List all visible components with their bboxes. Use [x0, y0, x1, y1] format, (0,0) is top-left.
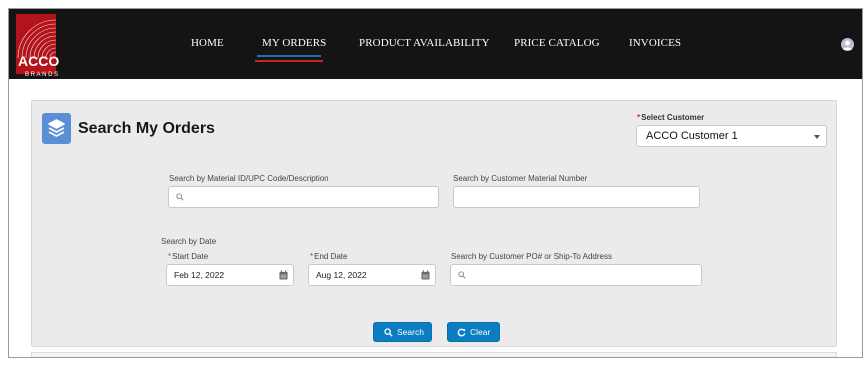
calendar-icon[interactable]: [279, 270, 288, 280]
results-panel: [31, 352, 837, 357]
refresh-icon: [457, 328, 466, 337]
select-customer-label: *Select Customer: [637, 113, 705, 122]
customer-material-input[interactable]: [453, 186, 700, 208]
date-section-label: Search by Date: [161, 237, 217, 246]
chevron-down-icon: [814, 135, 820, 139]
nav-my-orders[interactable]: MY ORDERS: [262, 37, 326, 49]
app-window: ACCO BRANDS HOME MY ORDERS PRODUCT AVAIL…: [8, 8, 863, 358]
po-search-input[interactable]: [450, 264, 702, 286]
required-marker: *: [637, 113, 641, 122]
nav-price-catalog[interactable]: PRICE CATALOG: [514, 37, 600, 49]
material-search-label: Search by Material ID/UPC Code/Descripti…: [169, 174, 329, 183]
clear-button[interactable]: Clear: [447, 322, 500, 342]
search-icon: [176, 193, 184, 201]
start-date-label: *Start Date: [168, 252, 209, 261]
top-navigation-bar: ACCO BRANDS HOME MY ORDERS PRODUCT AVAIL…: [9, 9, 862, 79]
logo-rings-icon: [17, 19, 56, 58]
logo-wordmark: ACCO: [18, 53, 60, 69]
page-title: Search My Orders: [78, 120, 215, 137]
active-tab-underline: [255, 60, 323, 62]
search-button[interactable]: Search: [373, 322, 432, 342]
logo-subtitle: BRANDS: [25, 72, 60, 78]
customer-select[interactable]: ACCO Customer 1: [636, 125, 827, 147]
nav-home[interactable]: HOME: [191, 37, 224, 49]
start-date-value: Feb 12, 2022: [174, 270, 225, 280]
required-marker: *: [168, 252, 172, 261]
start-date-input[interactable]: Feb 12, 2022: [166, 264, 294, 286]
end-date-input[interactable]: Aug 12, 2022: [308, 264, 436, 286]
search-panel: Search My Orders *Select Customer ACCO C…: [31, 100, 837, 347]
search-icon: [458, 271, 466, 279]
stacked-layers-icon: [42, 113, 71, 144]
calendar-icon[interactable]: [421, 270, 430, 280]
end-date-value: Aug 12, 2022: [316, 270, 367, 280]
search-icon: [384, 328, 393, 337]
required-marker: *: [310, 252, 314, 261]
customer-select-value: ACCO Customer 1: [646, 130, 738, 142]
nav-invoices[interactable]: INVOICES: [629, 37, 681, 49]
acco-brands-logo[interactable]: ACCO BRANDS: [16, 14, 60, 78]
active-tab-indicator: [257, 55, 321, 57]
po-search-label: Search by Customer PO# or Ship-To Addres…: [451, 252, 612, 261]
search-button-label: Search: [397, 327, 424, 337]
user-avatar-icon[interactable]: [841, 38, 854, 51]
clear-button-label: Clear: [470, 327, 491, 337]
material-search-input[interactable]: [168, 186, 439, 208]
end-date-label: *End Date: [310, 252, 348, 261]
nav-product-availability[interactable]: PRODUCT AVAILABILITY: [359, 37, 490, 49]
customer-material-label: Search by Customer Material Number: [453, 174, 588, 183]
